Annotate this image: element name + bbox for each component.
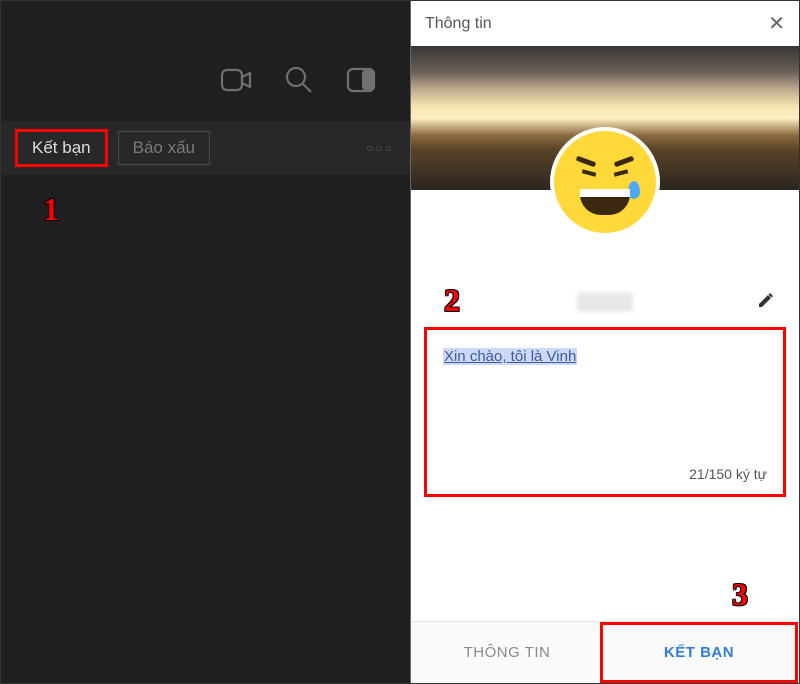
video-call-icon[interactable]: [220, 63, 254, 97]
add-friend-button[interactable]: Kết bạn: [17, 131, 106, 165]
action-bar: Kết bạn Báo xấu ○○○: [1, 121, 410, 175]
profile-name-blurred: [577, 292, 633, 312]
panel-header: Thông tin ✕: [411, 1, 799, 46]
profile-name-row: [411, 288, 799, 316]
top-toolbar: [1, 1, 410, 121]
panel-footer: THÔNG TIN KẾT BẠN: [411, 621, 799, 683]
footer-add-friend-button[interactable]: KẾT BẠN: [603, 625, 795, 680]
message-text: Xin chào, tôi là Vinh: [443, 348, 577, 365]
chat-left-panel: Kết bạn Báo xấu ○○○ 1: [1, 1, 410, 683]
footer-info-button[interactable]: THÔNG TIN: [411, 622, 603, 683]
more-options-icon[interactable]: ○○○: [366, 141, 394, 155]
avatar: [550, 127, 660, 237]
report-button[interactable]: Báo xấu: [118, 131, 210, 165]
friend-request-message-input[interactable]: Xin chào, tôi là Vinh 21/150 ký tự: [429, 332, 781, 492]
edit-name-icon[interactable]: [757, 291, 775, 314]
info-panel: Thông tin ✕ Xin chào, tôi là Vinh 21/150…: [410, 1, 799, 683]
search-icon[interactable]: [282, 63, 316, 97]
char-counter: 21/150 ký tự: [443, 466, 767, 482]
annotation-step-1: 1: [43, 191, 59, 228]
close-icon[interactable]: ✕: [768, 11, 785, 36]
message-input-wrap: Xin chào, tôi là Vinh 21/150 ký tự: [427, 330, 783, 494]
sidebar-toggle-icon[interactable]: [344, 63, 378, 97]
panel-title: Thông tin: [425, 15, 492, 33]
